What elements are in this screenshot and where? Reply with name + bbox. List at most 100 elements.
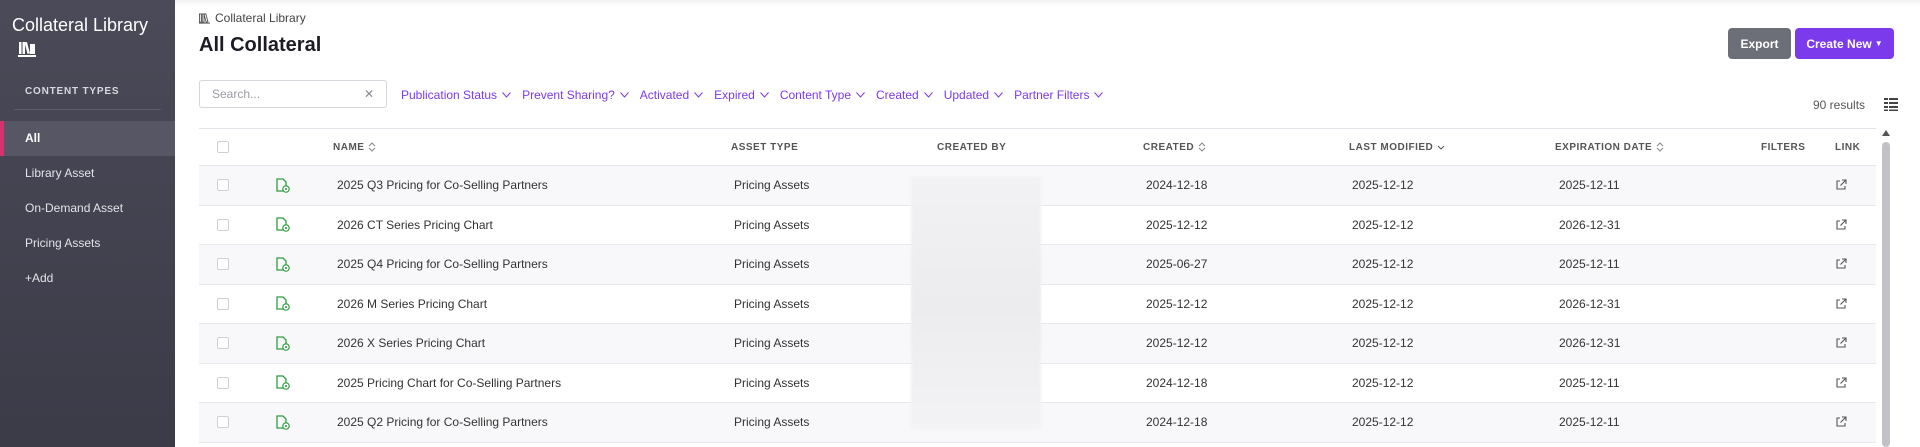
create-new-label: Create New bbox=[1806, 36, 1872, 51]
sidebar-item-all[interactable]: All bbox=[0, 121, 175, 156]
sidebar-item-add[interactable]: +Add bbox=[0, 261, 175, 296]
modified-date: 2025-12-12 bbox=[1352, 415, 1414, 430]
external-link-icon[interactable] bbox=[1835, 179, 1847, 191]
sidebar-item-pricing-assets[interactable]: Pricing Assets bbox=[0, 226, 175, 261]
modified-date: 2025-12-12 bbox=[1352, 336, 1414, 351]
created-date: 2024-12-18 bbox=[1146, 178, 1208, 193]
filter-label: Created bbox=[876, 88, 919, 102]
expiration-date: 2026-12-31 bbox=[1559, 336, 1621, 351]
sidebar-item-on-demand-asset[interactable]: On-Demand Asset bbox=[0, 191, 175, 226]
select-all-checkbox[interactable] bbox=[217, 141, 229, 153]
created-date: 2025-12-12 bbox=[1146, 296, 1208, 311]
column-created-label: CREATED bbox=[1143, 141, 1195, 153]
row-checkbox[interactable] bbox=[217, 218, 229, 231]
library-icon bbox=[199, 12, 210, 24]
chevron-down-icon bbox=[1094, 92, 1104, 98]
asset-name-link[interactable]: 2025 Pricing Chart for Co-Selling Partne… bbox=[337, 376, 561, 390]
search-input[interactable] bbox=[212, 87, 362, 101]
external-link-icon[interactable] bbox=[1835, 219, 1847, 231]
asset-name-link[interactable]: 2026 X Series Pricing Chart bbox=[337, 336, 485, 350]
asset-name-link[interactable]: 2025 Q4 Pricing for Co-Selling Partners bbox=[337, 257, 548, 271]
filter-label: Activated bbox=[639, 88, 690, 102]
row-checkbox[interactable] bbox=[217, 376, 229, 389]
file-lock-icon bbox=[275, 336, 290, 351]
row-checkbox[interactable] bbox=[217, 179, 229, 192]
expiration-date: 2025-12-11 bbox=[1559, 375, 1620, 390]
scroll-thumb[interactable] bbox=[1882, 142, 1890, 447]
asset-type: Pricing Assets bbox=[734, 415, 810, 430]
created-date: 2025-12-12 bbox=[1146, 217, 1208, 232]
row-checkbox[interactable] bbox=[217, 297, 229, 310]
row-checkbox[interactable] bbox=[217, 416, 229, 429]
app-title: Collateral Library bbox=[12, 15, 149, 35]
filter-label: Content Type bbox=[779, 88, 852, 102]
list-view-icon[interactable] bbox=[1884, 97, 1898, 111]
create-new-button[interactable]: Create New ▼ bbox=[1795, 28, 1894, 59]
filter-created[interactable]: Created bbox=[876, 88, 933, 102]
clear-search-icon[interactable]: ✕ bbox=[364, 87, 374, 101]
library-icon bbox=[18, 40, 36, 58]
export-button[interactable]: Export bbox=[1728, 28, 1791, 59]
chevron-down-icon bbox=[923, 92, 933, 98]
filter-label: Prevent Sharing? bbox=[522, 88, 615, 102]
filter-prevent-sharing[interactable]: Prevent Sharing? bbox=[522, 88, 629, 102]
column-expiration[interactable]: EXPIRATION DATE bbox=[1555, 142, 1664, 153]
filter-expired[interactable]: Expired bbox=[714, 88, 769, 102]
file-lock-icon bbox=[275, 217, 290, 233]
filter-partner-filters[interactable]: Partner Filters bbox=[1014, 88, 1104, 102]
asset-type: Pricing Assets bbox=[734, 296, 810, 311]
expiration-date: 2025-12-11 bbox=[1559, 178, 1620, 193]
asset-name-link[interactable]: 2026 CT Series Pricing Chart bbox=[337, 218, 493, 232]
external-link-icon[interactable] bbox=[1835, 258, 1847, 270]
modified-date: 2025-12-12 bbox=[1352, 178, 1414, 193]
column-last-modified[interactable]: LAST MODIFIED bbox=[1349, 142, 1445, 153]
asset-type: Pricing Assets bbox=[734, 257, 810, 272]
row-checkbox[interactable] bbox=[217, 337, 229, 350]
column-asset-type: ASSET TYPE bbox=[731, 141, 799, 153]
column-created[interactable]: CREATED bbox=[1143, 142, 1206, 153]
search-box: ✕ bbox=[199, 80, 387, 108]
asset-type: Pricing Assets bbox=[734, 375, 810, 390]
vertical-scrollbar[interactable] bbox=[1881, 130, 1891, 447]
column-expiration-label: EXPIRATION DATE bbox=[1555, 141, 1653, 153]
chevron-down-icon bbox=[619, 92, 629, 98]
modified-date: 2025-12-12 bbox=[1352, 296, 1414, 311]
sidebar: Collateral Library CONTENT TYPES All Libr… bbox=[0, 0, 175, 447]
breadcrumb[interactable]: Collateral Library bbox=[199, 11, 306, 25]
filter-label: Updated bbox=[943, 88, 990, 102]
sidebar-item-library-asset[interactable]: Library Asset bbox=[0, 156, 175, 191]
chevron-down-icon bbox=[502, 92, 511, 98]
caret-down-icon: ▼ bbox=[1874, 39, 1883, 48]
external-link-icon[interactable] bbox=[1835, 377, 1847, 389]
filter-label: Partner Filters bbox=[1014, 88, 1090, 102]
results-count: 90 results bbox=[1813, 98, 1866, 112]
modified-date: 2025-12-12 bbox=[1352, 375, 1414, 390]
external-link-icon[interactable] bbox=[1835, 298, 1847, 310]
page-title: All Collateral bbox=[199, 34, 322, 56]
scroll-up-icon[interactable] bbox=[1882, 130, 1890, 136]
asset-name-link[interactable]: 2026 M Series Pricing Chart bbox=[337, 297, 487, 311]
expiration-date: 2025-12-11 bbox=[1559, 415, 1620, 430]
content-types-heading: CONTENT TYPES bbox=[25, 86, 120, 97]
filter-updated[interactable]: Updated bbox=[944, 88, 1003, 102]
filter-activated[interactable]: Activated bbox=[639, 88, 704, 102]
column-name-label: NAME bbox=[333, 141, 365, 153]
table-header: NAME ASSET TYPE CREATED BY CREATED LAST … bbox=[199, 129, 1876, 166]
asset-name-link[interactable]: 2025 Q2 Pricing for Co-Selling Partners bbox=[337, 415, 548, 429]
external-link-icon[interactable] bbox=[1835, 337, 1847, 349]
expiration-date: 2025-12-11 bbox=[1559, 257, 1620, 272]
sort-icon bbox=[369, 142, 376, 152]
external-link-icon[interactable] bbox=[1835, 416, 1847, 428]
asset-type: Pricing Assets bbox=[734, 336, 810, 351]
column-link: LINK bbox=[1835, 141, 1861, 153]
column-name[interactable]: NAME bbox=[333, 142, 376, 153]
filter-content-type[interactable]: Content Type bbox=[780, 88, 865, 102]
row-checkbox[interactable] bbox=[217, 258, 229, 271]
expiration-date: 2026-12-31 bbox=[1559, 217, 1621, 232]
filter-publication-status[interactable]: Publication Status bbox=[401, 88, 511, 102]
created-by-redacted bbox=[911, 177, 1041, 429]
asset-name-link[interactable]: 2025 Q3 Pricing for Co-Selling Partners bbox=[337, 178, 548, 192]
file-lock-icon bbox=[275, 296, 290, 312]
column-last-modified-label: LAST MODIFIED bbox=[1349, 141, 1434, 153]
filter-label: Publication Status bbox=[401, 88, 498, 102]
